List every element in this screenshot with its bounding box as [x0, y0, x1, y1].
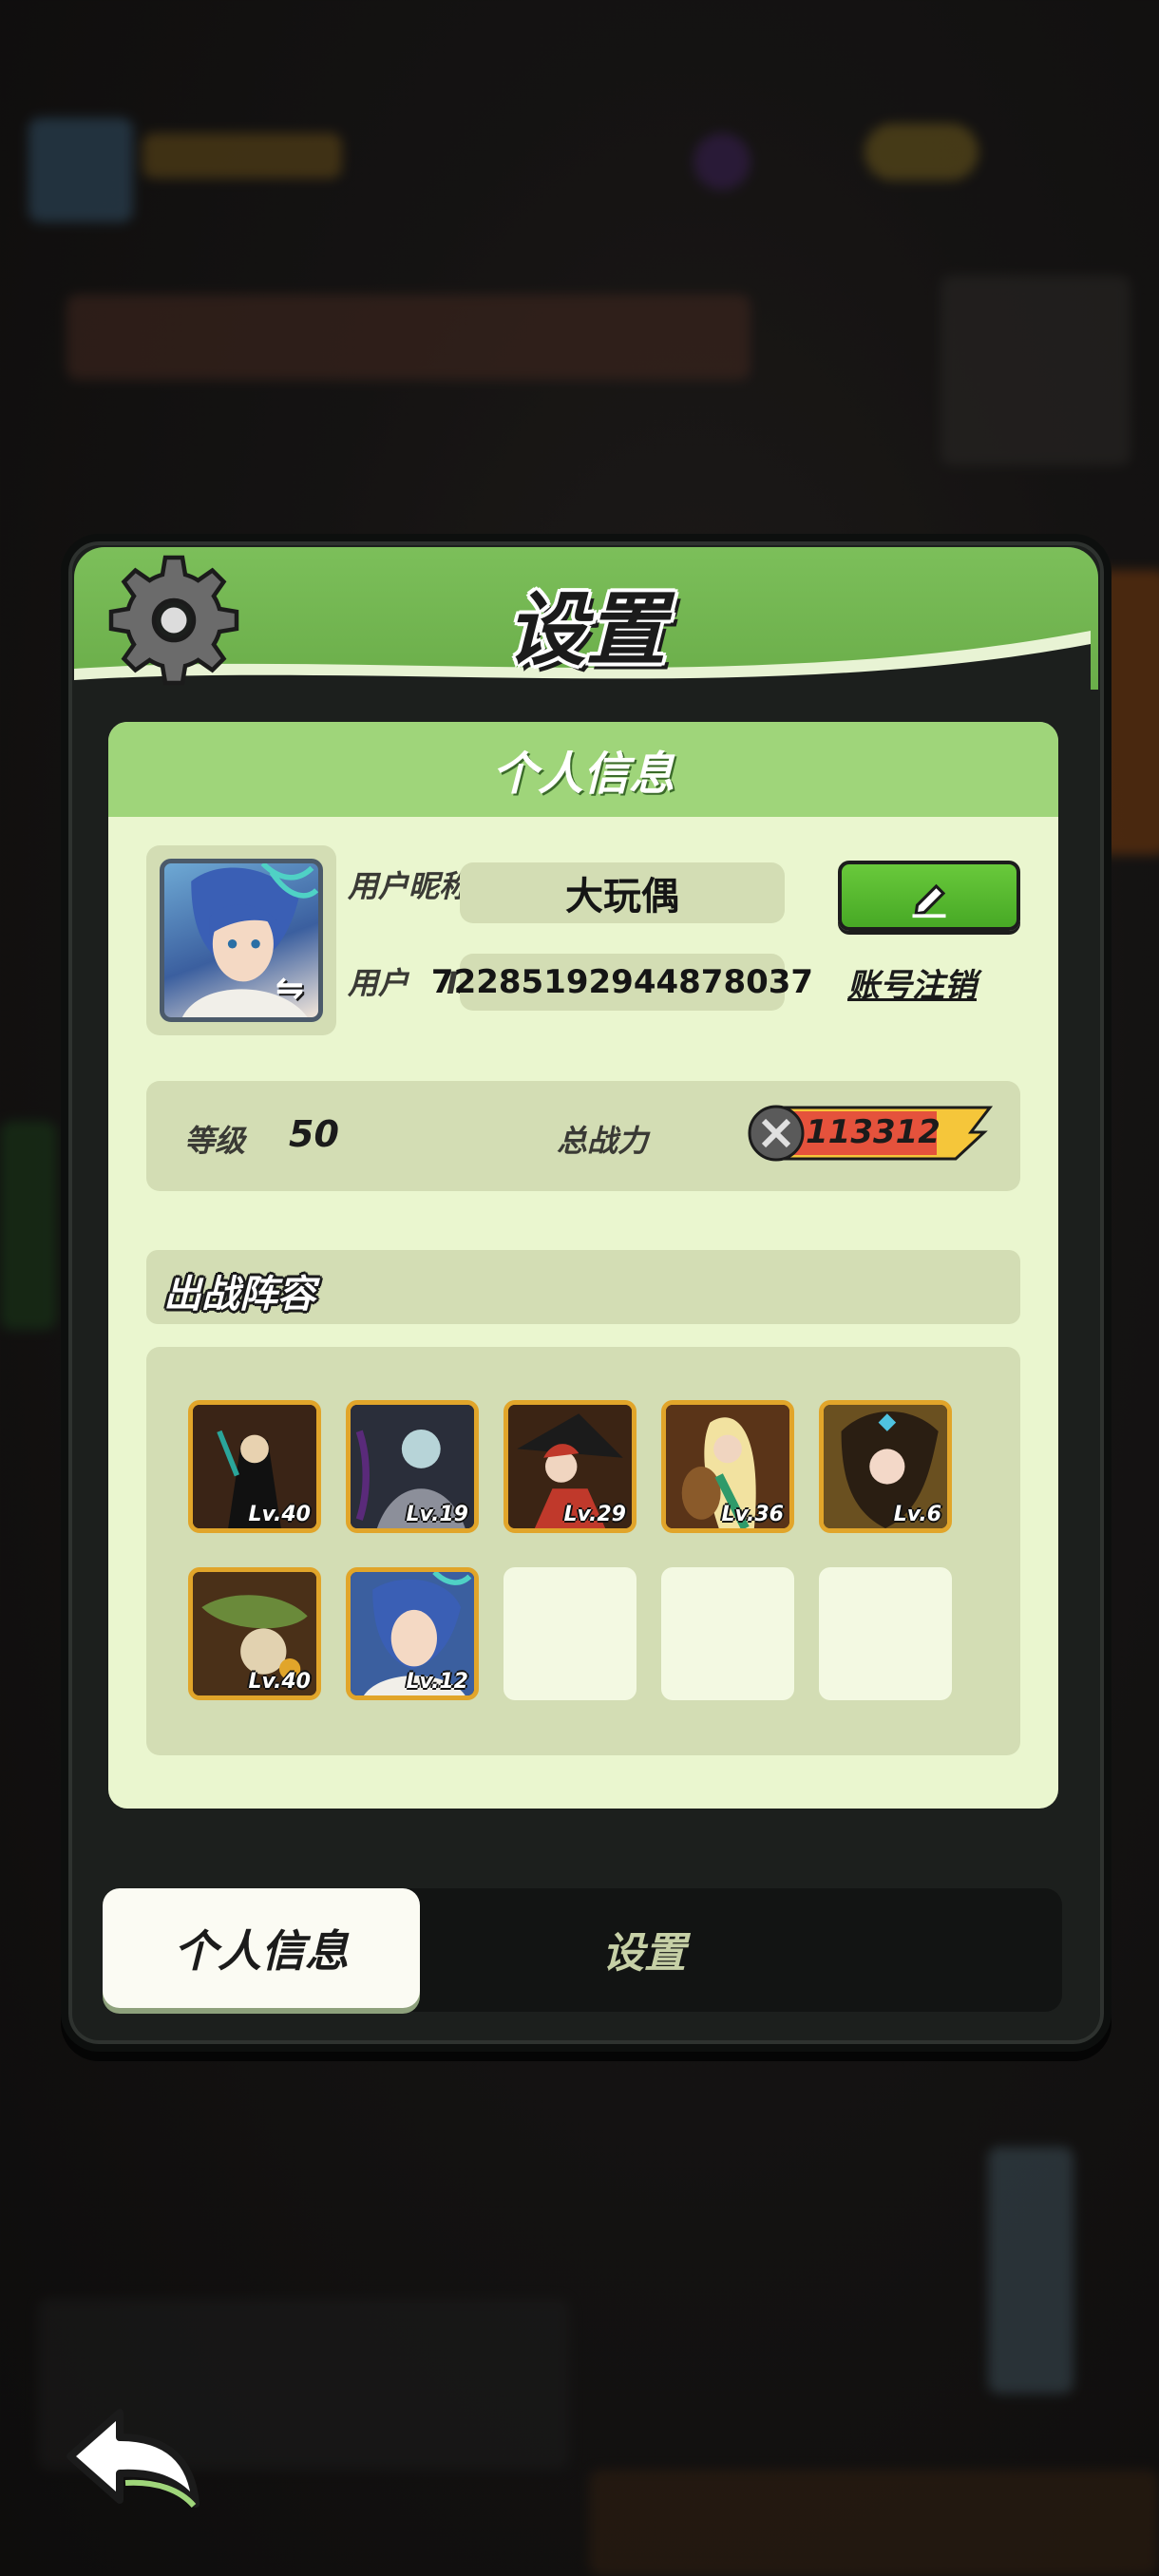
hero-slot-5[interactable]: Lv.6 [819, 1400, 952, 1533]
hero-slot-2[interactable]: Lv.19 [346, 1400, 479, 1533]
hero-level: Lv.40 [248, 1670, 311, 1694]
hero-level: Lv.40 [248, 1503, 311, 1526]
lineup-title: 出战阵容 [163, 1273, 315, 1316]
nickname-value: 大玩偶 [460, 862, 785, 923]
nickname-label: 用户昵称 [348, 868, 470, 904]
panel-header: 个人信息 [108, 722, 1058, 817]
cancel-account-link[interactable]: 账号注销 [847, 959, 977, 1006]
hero-slot-4[interactable]: Lv.36 [661, 1400, 794, 1533]
back-arrow-icon[interactable] [63, 2403, 205, 2510]
hero-slot-6[interactable]: Lv.40 [188, 1567, 321, 1700]
hero-level: Lv.12 [406, 1670, 468, 1694]
empty-hero-slot[interactable] [661, 1567, 794, 1700]
edit-nickname-button[interactable] [838, 861, 1020, 931]
stats-box: 等级 50 总战力 113312 [146, 1081, 1020, 1191]
hero-slot-3[interactable]: Lv.29 [504, 1400, 636, 1533]
power-value: 113312 [806, 1113, 940, 1151]
empty-hero-slot[interactable] [819, 1567, 952, 1700]
hero-level: Lv.29 [563, 1503, 626, 1526]
avatar[interactable]: ⇋ [160, 859, 323, 1022]
avatar-frame: ⇋ [146, 845, 336, 1035]
hero-slot-7[interactable]: Lv.12 [346, 1567, 479, 1700]
level-label: 等级 [184, 1123, 246, 1159]
settings-modal: 设置 个人信息 ⇋ 用户昵称 大玩偶 用户 72285192944878037 … [61, 534, 1112, 2052]
hero-slot-1[interactable]: Lv.40 [188, 1400, 321, 1533]
empty-hero-slot[interactable] [504, 1567, 636, 1700]
hero-level: Lv.6 [893, 1503, 941, 1526]
modal-tabs: 个人信息 设置 [103, 1888, 1062, 2012]
user-id-value: 72285192944878037 [431, 954, 813, 1011]
tab-personal-info[interactable]: 个人信息 [103, 1888, 420, 2008]
power-label: 总战力 [557, 1123, 649, 1159]
hero-level: Lv.36 [721, 1503, 784, 1526]
personal-info-panel: 个人信息 ⇋ 用户昵称 大玩偶 用户 72285192944878037 账号注… [108, 722, 1058, 1809]
pencil-icon [912, 883, 946, 919]
power-badge: 113312 [747, 1104, 994, 1163]
tab-settings[interactable]: 设置 [502, 1921, 787, 1978]
level-value: 50 [289, 1113, 339, 1155]
lineup-grid: Lv.40 Lv.19 Lv.29 Lv.36 Lv.6 Lv.40 Lv.12 [146, 1347, 1020, 1755]
hero-level: Lv.19 [406, 1503, 468, 1526]
panel-header-title: 个人信息 [491, 748, 674, 801]
gear-icon [108, 555, 239, 686]
swap-avatar-icon[interactable]: ⇋ [269, 970, 311, 1008]
lineup-section-bar: 出战阵容 [146, 1250, 1020, 1324]
